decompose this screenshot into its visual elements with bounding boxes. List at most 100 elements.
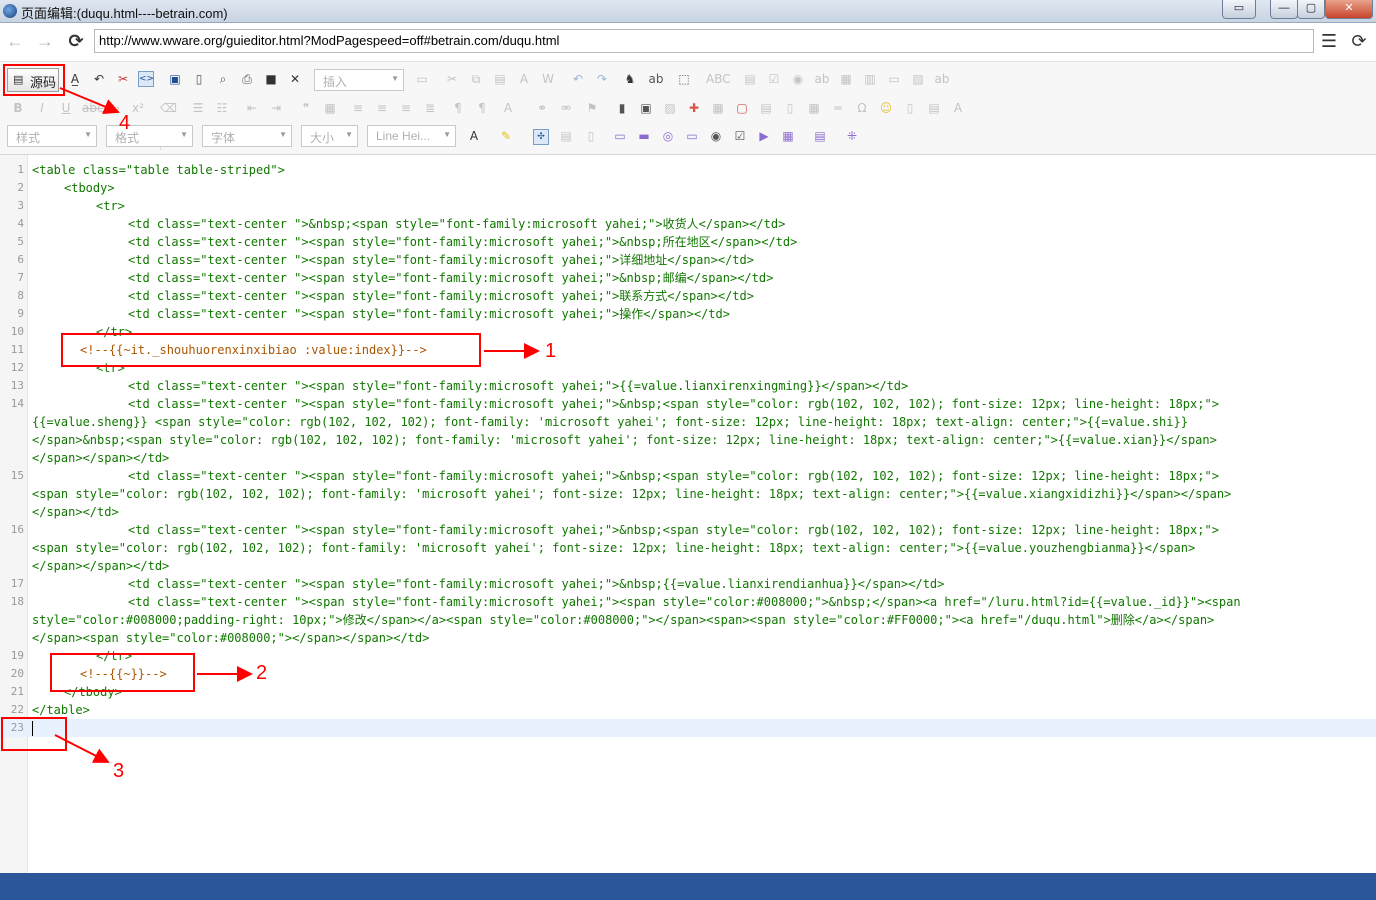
hidden-field-icon[interactable]: ab [934,71,950,87]
div-icon[interactable]: ▦ [322,100,338,116]
radio-icon[interactable]: ◉ [790,71,806,87]
styles-dropdown[interactable]: 样式 ▼ [7,125,97,147]
language-icon[interactable]: A [500,100,516,116]
widget1-icon[interactable]: ▭ [612,128,628,144]
eraser-icon[interactable]: ⌫ [160,100,177,116]
widget5-icon[interactable]: ◉ [708,128,724,144]
code-view-icon[interactable]: <> [138,71,154,87]
chart-icon[interactable]: ▮ [614,100,630,116]
code-editor[interactable]: 1 <table class="table table-striped"> 2 <t… [0,155,1376,873]
clear-icon[interactable]: ✕ [287,71,303,87]
show-blocks-icon[interactable]: ▤ [558,128,574,144]
size-dropdown[interactable]: 大小 ▼ [301,125,358,147]
select-field-icon[interactable]: ▥ [862,71,878,87]
widget6-icon[interactable]: ☑ [732,128,748,144]
paste-text-icon[interactable]: A [516,71,532,87]
textfield-icon[interactable]: ab [814,71,830,87]
lock-icon[interactable]: ■ [263,71,279,87]
address-bar[interactable] [94,29,1314,53]
font-style-icon[interactable]: A [950,100,966,116]
grid-icon[interactable]: ▦ [806,100,822,116]
page-break-icon[interactable]: ▯ [902,100,918,116]
image-icon[interactable]: ▨ [662,100,678,116]
hr-icon[interactable]: ═ [830,100,846,116]
copy-icon[interactable]: ⧉ [468,71,484,87]
button-field-icon[interactable]: ▭ [886,71,902,87]
smiley-icon[interactable]: ☺ [878,100,894,116]
save-icon[interactable]: ▣ [167,71,183,87]
refresh-icon[interactable]: ⟳ [1349,31,1369,51]
plugin-icon[interactable]: ✚ [686,100,702,116]
flash-icon[interactable]: ▣ [638,100,654,116]
minimize-button[interactable]: — [1270,0,1298,19]
anchor-icon[interactable]: ⚑ [584,100,600,116]
cut-icon[interactable]: ✂ [444,71,460,87]
text-color-icon[interactable]: A [466,128,482,144]
template-doc-icon[interactable]: ▤ [926,100,942,116]
image-button-icon[interactable]: ▨ [910,71,926,87]
font-dropdown[interactable]: 字体 ▼ [202,125,292,147]
link-icon[interactable]: ⚭ [534,100,550,116]
outdent-icon[interactable]: ⇤ [244,100,260,116]
undo-select-icon[interactable]: ↶ [91,71,107,87]
strike-icon[interactable]: abc [82,100,104,116]
rtl-icon[interactable]: ¶ [474,100,490,116]
find-icon[interactable]: ♞ [622,71,638,87]
widget4-icon[interactable]: ▭ [684,128,700,144]
select-all-icon[interactable]: A̲ [67,71,83,87]
insert-dropdown[interactable]: 插入 ▼ [314,69,404,91]
widget7-icon[interactable]: ▶ [756,128,772,144]
italic-icon[interactable]: I [34,100,50,116]
unlink-icon[interactable]: ⚮ [558,100,574,116]
align-center-icon[interactable]: ≡ [374,100,390,116]
lineheight-dropdown[interactable]: Line Hei... ▼ [367,125,456,147]
iframe-icon[interactable]: ▢ [734,100,750,116]
preview-icon[interactable]: ⌕ [215,71,231,87]
forward-icon[interactable]: → [35,31,55,51]
textarea-icon[interactable]: ▦ [838,71,854,87]
ltr-icon[interactable]: ¶ [450,100,466,116]
widget8-icon[interactable]: ▦ [780,128,796,144]
page-icon[interactable]: ▤ [758,100,774,116]
templates-icon[interactable]: ▭ [414,71,430,87]
remove-format-icon[interactable]: ✂ [115,71,131,87]
underline-icon[interactable]: U [58,100,74,116]
doc-icon[interactable]: ▯ [782,100,798,116]
widget2-icon[interactable]: ▬ [636,128,652,144]
bullet-list-icon[interactable]: ☷ [214,100,230,116]
maximize-button[interactable]: ▢ [1297,0,1325,19]
about-icon[interactable]: ▯ [583,128,599,144]
align-left-icon[interactable]: ≡ [350,100,366,116]
paste-icon[interactable]: ▤ [492,71,508,87]
code-content[interactable]: 1 <table class="table table-striped"> 2 <t… [0,161,1376,737]
spellcheck-icon[interactable]: ABC [706,71,731,87]
align-justify-icon[interactable]: ≣ [422,100,438,116]
align-right-icon[interactable]: ≡ [398,100,414,116]
superscript-icon[interactable]: x² [130,100,146,116]
form-icon[interactable]: ▤ [742,71,758,87]
menu-icon[interactable]: ☰ [1319,31,1339,51]
restore-back-button[interactable]: ▭ [1222,0,1256,19]
numbered-list-icon[interactable]: ☰ [190,100,206,116]
table-icon[interactable]: ▦ [710,100,726,116]
reload-icon[interactable]: ⟳ [66,31,86,51]
url-input[interactable] [95,30,1303,50]
new-page-icon[interactable]: ▯ [191,71,207,87]
widget9-icon[interactable]: ▤ [812,128,828,144]
paste-word-icon[interactable]: W [540,71,556,87]
maximize-editor-icon[interactable]: ✣ [533,129,549,145]
blockquote-icon[interactable]: ❞ [298,100,314,116]
bg-color-icon[interactable]: ✎ [498,128,514,144]
replace-icon[interactable]: ab [648,71,664,87]
print-icon[interactable]: ⎙ [239,71,255,87]
select-all-block-icon[interactable]: ⬚ [676,71,692,87]
special-char-icon[interactable]: Ω [854,100,870,116]
undo-icon[interactable]: ↶ [570,71,586,87]
widget10-icon[interactable]: ⁜ [844,128,860,144]
redo-icon[interactable]: ↷ [594,71,610,87]
indent-icon[interactable]: ⇥ [268,100,284,116]
checkbox-icon[interactable]: ☑ [766,71,782,87]
close-button[interactable]: ✕ [1325,0,1373,19]
widget3-icon[interactable]: ◎ [660,128,676,144]
bold-icon[interactable]: B [10,100,26,116]
